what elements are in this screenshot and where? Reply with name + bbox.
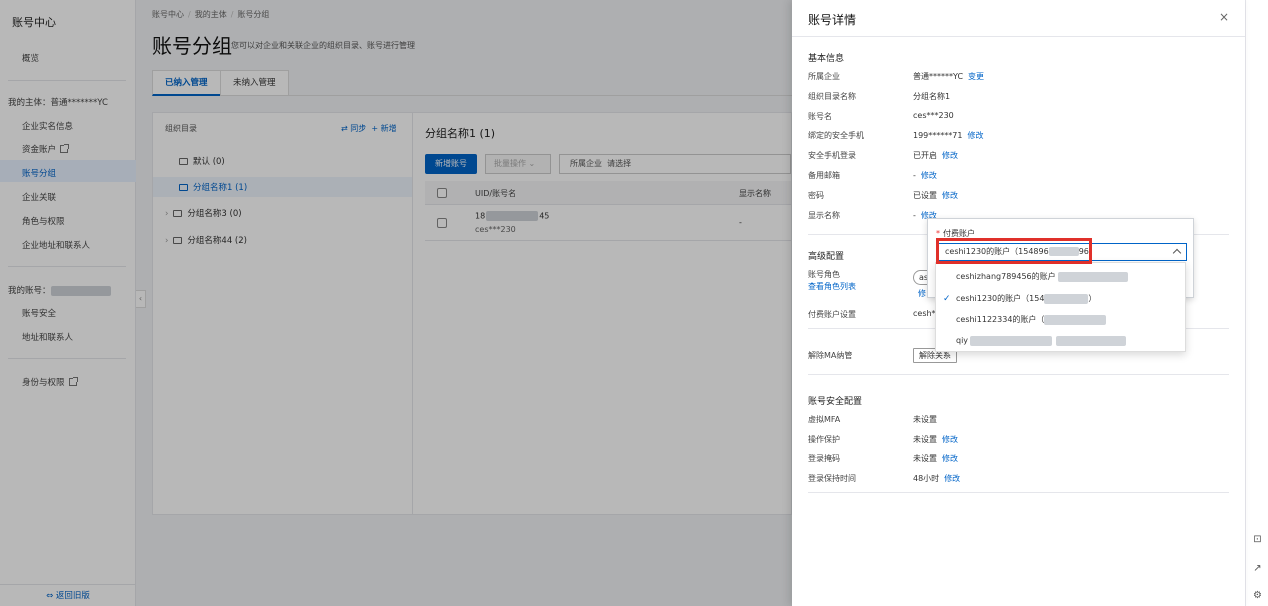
edit-phone-login-link[interactable]: 修改 bbox=[942, 151, 958, 160]
field-value-text: 普通******YC bbox=[913, 72, 964, 81]
section-advanced: 高级配置 bbox=[808, 252, 845, 262]
field-value: 未设置 修改 bbox=[913, 453, 958, 464]
option-item[interactable]: ceshizhang789456的账户 bbox=[936, 266, 1185, 288]
field-value-text: 已开启 bbox=[913, 151, 937, 160]
edit-role-link[interactable]: 修 bbox=[918, 288, 926, 299]
field-label: 解除MA纳管 bbox=[808, 351, 853, 360]
close-icon[interactable]: × bbox=[1219, 10, 1229, 24]
blurred-id bbox=[1044, 293, 1089, 304]
field-label: 登录掩码 bbox=[808, 454, 840, 463]
blurred-name bbox=[970, 335, 1053, 346]
field-value-text: 48小时 bbox=[913, 474, 940, 483]
field-label: 账号角色 bbox=[808, 270, 840, 279]
view-roles-link[interactable]: 查看角色列表 bbox=[808, 281, 856, 292]
field-value: 199******71 修改 bbox=[913, 130, 983, 141]
edit-password-link[interactable]: 修改 bbox=[942, 191, 958, 200]
option-item[interactable]: ceshi1122334的账户（ bbox=[936, 309, 1185, 331]
drawer-title: 账号详情 bbox=[808, 13, 857, 27]
check-icon: ✓ bbox=[943, 294, 951, 304]
blurred-id bbox=[1057, 271, 1128, 282]
field-label: 备用邮箱 bbox=[808, 171, 840, 180]
field-label: 组织目录名称 bbox=[808, 92, 856, 101]
field-label: 密码 bbox=[808, 191, 824, 200]
section-divider bbox=[808, 492, 1229, 493]
field-value-text: 已设置 bbox=[913, 191, 937, 200]
gear-icon[interactable]: ⚙ bbox=[1252, 590, 1263, 601]
field-label: 登录保持时间 bbox=[808, 474, 856, 483]
pay-account-label-text: 付费账户 bbox=[943, 229, 975, 238]
section-security: 账号安全配置 bbox=[808, 397, 863, 407]
overlay-mask[interactable] bbox=[0, 0, 792, 606]
external-link-icon[interactable]: ↗ bbox=[1252, 563, 1263, 574]
field-value: 已开启 修改 bbox=[913, 150, 958, 161]
blurred-id bbox=[1056, 335, 1127, 346]
field-value-text: - bbox=[913, 211, 916, 220]
edit-login-mask-link[interactable]: 修改 bbox=[942, 454, 958, 463]
field-value-text: 199******71 bbox=[913, 131, 963, 140]
highlight-box bbox=[936, 238, 1092, 264]
field-value: 未设置 bbox=[913, 415, 937, 424]
field-label: 账号名 bbox=[808, 112, 832, 121]
section-divider bbox=[808, 374, 1229, 375]
blurred-id bbox=[1044, 314, 1107, 325]
field-value: 已设置 修改 bbox=[913, 190, 958, 201]
pay-account-options: ceshizhang789456的账户 ✓ ceshi1230的账户（154 ） c… bbox=[935, 262, 1186, 352]
option-item[interactable]: qiy bbox=[936, 330, 1185, 352]
field-value: ces***230 bbox=[913, 111, 954, 120]
field-value: 48小时 修改 bbox=[913, 473, 960, 484]
field-label: 显示名称 bbox=[808, 211, 840, 220]
edit-phone-link[interactable]: 修改 bbox=[967, 131, 983, 140]
chevron-up-icon[interactable] bbox=[1172, 248, 1182, 258]
feedback-icon[interactable]: ⊡ bbox=[1252, 534, 1263, 545]
edit-session-time-link[interactable]: 修改 bbox=[944, 474, 960, 483]
section-basic: 基本信息 bbox=[808, 54, 845, 64]
field-label: 付费账户设置 bbox=[808, 310, 856, 319]
option-label: ceshi1122334的账户（ bbox=[956, 315, 1045, 324]
field-value-text: 未设置 bbox=[913, 435, 937, 444]
option-label: ceshizhang789456的账户 bbox=[956, 272, 1056, 281]
option-label-tail: ） bbox=[1088, 294, 1097, 303]
field-label: 虚拟MFA bbox=[808, 415, 841, 424]
field-label: 绑定的安全手机 bbox=[808, 131, 864, 140]
drawer-divider bbox=[792, 36, 1245, 37]
required-mark: * bbox=[936, 229, 940, 238]
field-label: 操作保护 bbox=[808, 435, 840, 444]
field-label: 所属企业 bbox=[808, 72, 840, 81]
edit-op-protect-link[interactable]: 修改 bbox=[942, 435, 958, 444]
field-value: 分组名称1 bbox=[913, 92, 951, 101]
field-label: 安全手机登录 bbox=[808, 151, 856, 160]
option-label: qiy bbox=[956, 336, 969, 345]
change-company-link[interactable]: 变更 bbox=[968, 72, 984, 81]
option-label: ceshi1230的账户（154 bbox=[956, 294, 1045, 303]
field-value: 未设置 修改 bbox=[913, 434, 958, 445]
field-value: - 修改 bbox=[913, 170, 937, 181]
field-value-text: - bbox=[913, 171, 916, 180]
field-value-text: 未设置 bbox=[913, 454, 937, 463]
right-tool-rail: ⊡ ↗ ⚙ bbox=[1245, 0, 1268, 606]
edit-email-link[interactable]: 修改 bbox=[921, 171, 937, 180]
field-value: 普通******YC 变更 bbox=[913, 71, 984, 82]
option-item-selected[interactable]: ✓ ceshi1230的账户（154 ） bbox=[936, 288, 1185, 310]
